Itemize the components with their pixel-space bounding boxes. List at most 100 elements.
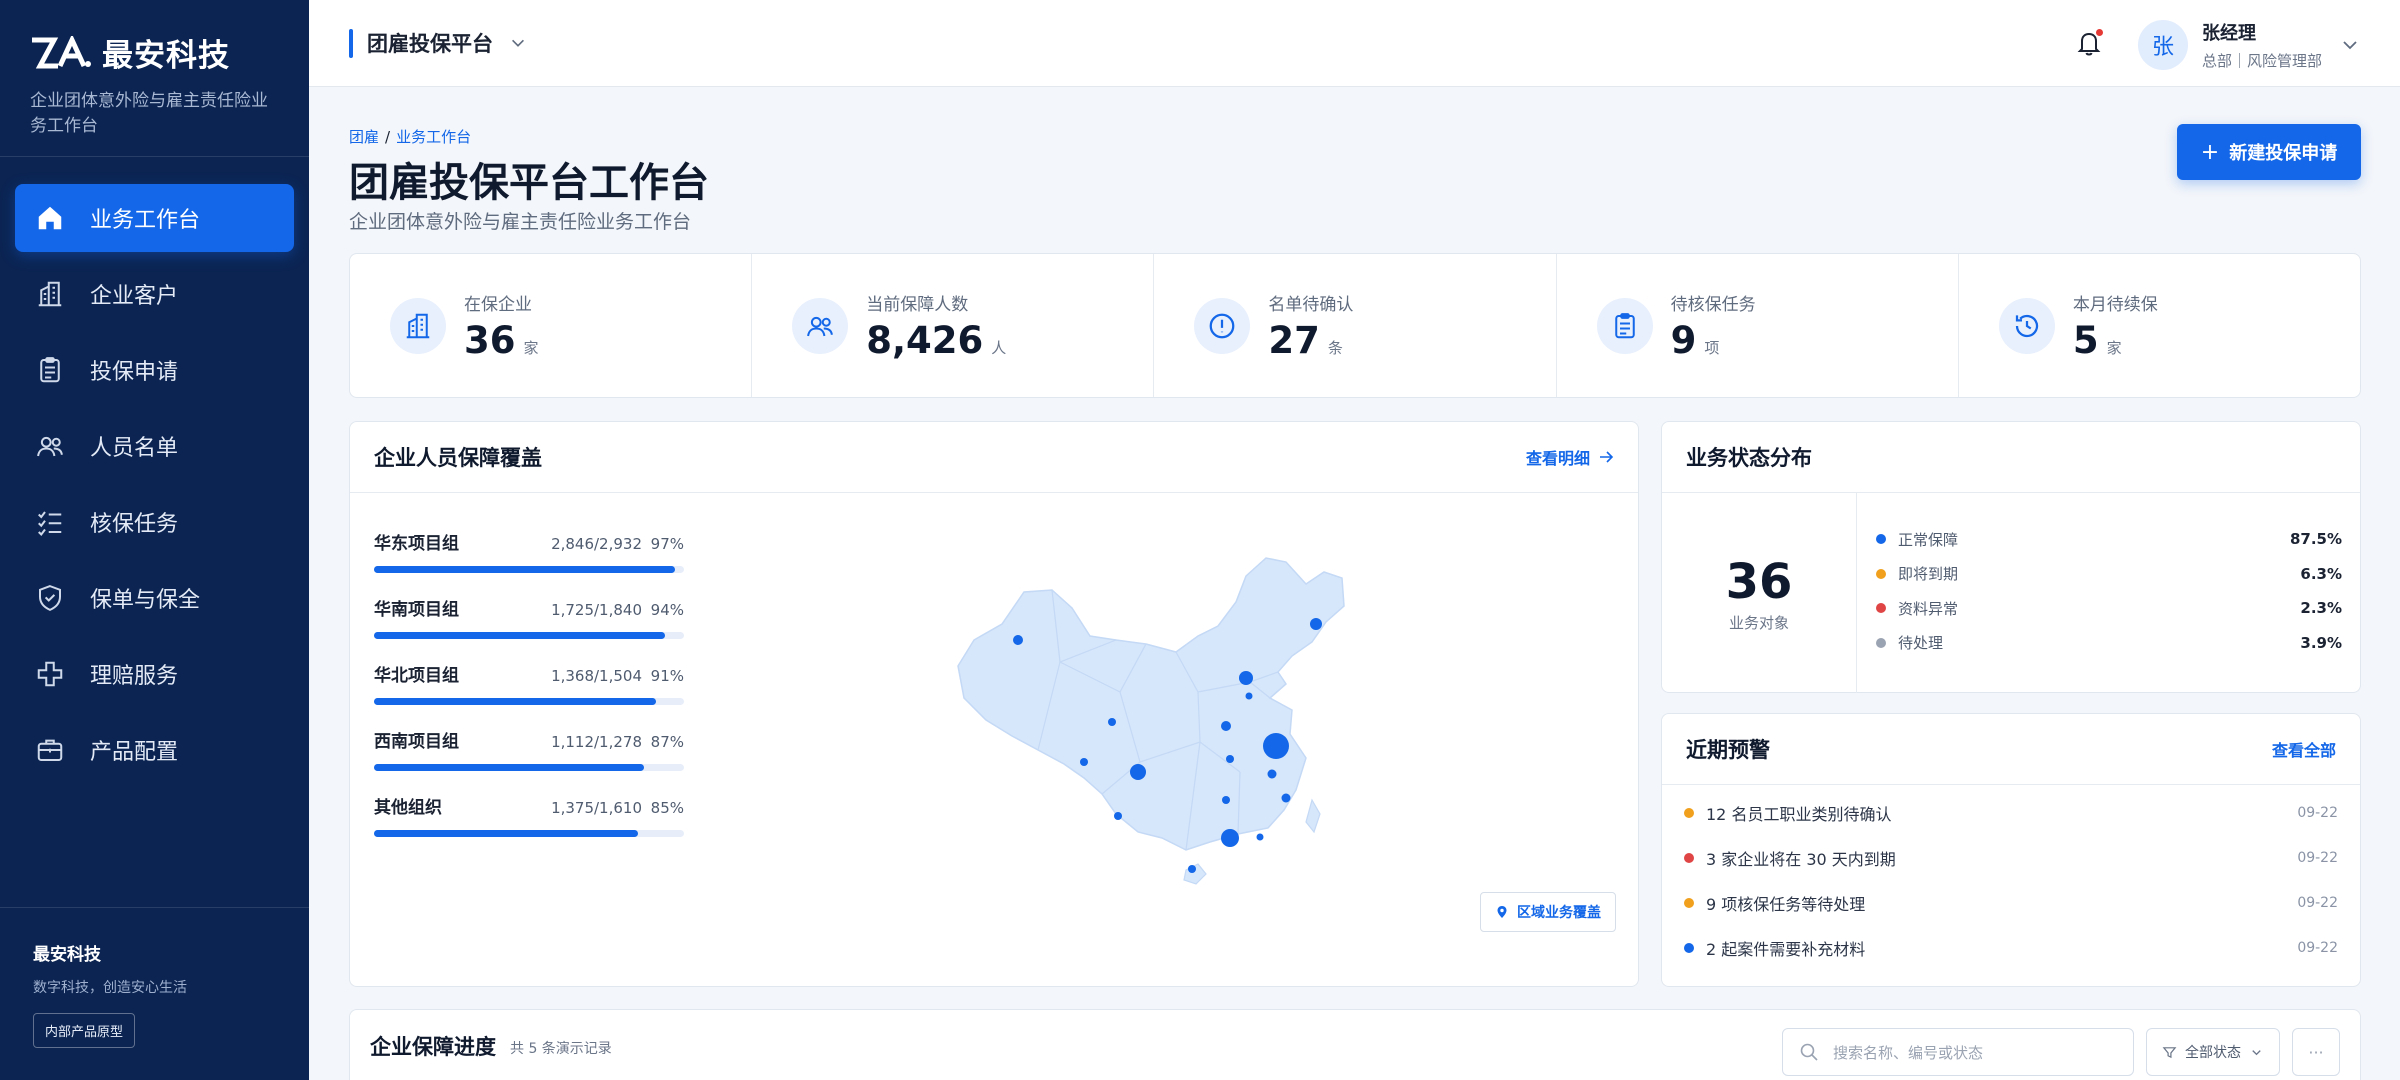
coverage-group[interactable]: 其他组织 1,375/1,610 85% bbox=[374, 793, 684, 859]
search-placeholder: 搜索名称、编号或状态 bbox=[1833, 1043, 1984, 1062]
map-point-zhejiang bbox=[1267, 769, 1277, 779]
sidebar-nav: 业务工作台 企业客户 投保申请 人员名单 核保任务 保单与保全 理赔服务 产品配… bbox=[0, 157, 309, 784]
breadcrumb-current[interactable]: 业务工作台 bbox=[396, 128, 471, 146]
sidebar-item-workbench[interactable]: 业务工作台 bbox=[15, 184, 294, 252]
coverage-progress-bar bbox=[374, 830, 684, 837]
coverage-group[interactable]: 西南项目组 1,112/1,278 87% bbox=[374, 727, 684, 793]
group-count: 1,368/1,504 bbox=[551, 667, 642, 685]
view-all-link[interactable]: 查看全部 bbox=[2272, 737, 2336, 761]
group-percent: 91% bbox=[650, 667, 684, 685]
coverage-group[interactable]: 华南项目组 1,725/1,840 94% bbox=[374, 595, 684, 661]
stat-roster-pending[interactable]: 名单待确认 27 条 bbox=[1154, 254, 1557, 397]
map-point-qinghai bbox=[1108, 718, 1116, 726]
alert-date: 09-22 bbox=[2297, 894, 2338, 911]
stat-renewals-due[interactable]: 本月待续保 5家 bbox=[1959, 254, 2360, 397]
sidebar-item-roster[interactable]: 人员名单 bbox=[15, 412, 294, 480]
map-point-chongqing bbox=[1130, 764, 1146, 780]
brand-logo-icon bbox=[32, 35, 91, 68]
alert-text: 12 名员工职业类别待确认 bbox=[1706, 804, 1892, 824]
medical-cross-icon bbox=[35, 659, 65, 689]
map-point-hunan bbox=[1222, 796, 1230, 804]
alert-item[interactable]: 3 家企业将在 30 天内到期 09-22 bbox=[1684, 835, 2338, 880]
sidebar-item-label: 核保任务 bbox=[90, 512, 179, 537]
stat-insured-companies[interactable]: 在保企业 36 家 bbox=[350, 254, 753, 397]
map-point-fujian bbox=[1281, 793, 1291, 803]
china-coverage-map[interactable] bbox=[940, 532, 1400, 912]
user-menu[interactable]: 张 张经理 总部｜风险管理部 bbox=[2137, 19, 2360, 71]
page-title: 团雇投保平台工作台 bbox=[349, 160, 709, 206]
alerts-title: 近期预警 bbox=[1686, 738, 1770, 762]
alert-dot bbox=[1684, 942, 1694, 953]
building-icon bbox=[390, 297, 446, 354]
coverage-progress-bar bbox=[374, 632, 684, 639]
status-legend-item[interactable]: 待处理 3.9% bbox=[1876, 626, 2342, 661]
avatar: 张 bbox=[2137, 20, 2188, 70]
stat-unit: 家 bbox=[523, 338, 539, 357]
users-icon bbox=[35, 431, 65, 461]
coverage-group[interactable]: 华东项目组 2,846/2,932 97% bbox=[374, 529, 684, 595]
alert-item[interactable]: 9 项核保任务等待处理 09-22 bbox=[1684, 880, 2338, 925]
sidebar-item-underwriting[interactable]: 核保任务 bbox=[15, 488, 294, 556]
brand-subtitle: 企业团体意外险与雇主责任险业务工作台 bbox=[30, 91, 268, 136]
briefcase-icon bbox=[35, 735, 65, 765]
status-caption: 业务对象 bbox=[1728, 613, 1789, 632]
status-filter-value: 全部状态 bbox=[2185, 1045, 2241, 1061]
sidebar-item-policies[interactable]: 保单与保全 bbox=[15, 564, 294, 632]
new-application-label: 新建投保申请 bbox=[2229, 143, 2338, 164]
filter-icon bbox=[2162, 1046, 2177, 1058]
stat-value: 27 bbox=[1268, 318, 1320, 362]
breadcrumb-separator: / bbox=[385, 128, 391, 146]
shield-check-icon bbox=[35, 583, 65, 613]
coverage-title: 企业人员保障覆盖 bbox=[374, 446, 542, 470]
sidebar-item-applications[interactable]: 投保申请 bbox=[15, 336, 294, 404]
coverage-group[interactable]: 华北项目组 1,368/1,504 91% bbox=[374, 661, 684, 727]
stats-bar: 在保企业 36 家 当前保障人数 8,426 人 名单待确认 27 条 待核保任务 9… bbox=[349, 253, 2361, 398]
coverage-progress-fill bbox=[374, 830, 638, 837]
chevron-down-icon bbox=[2252, 1049, 2261, 1055]
platform-switcher[interactable]: 团雇投保平台 bbox=[349, 28, 527, 58]
new-application-button[interactable]: + 新建投保申请 bbox=[2177, 124, 2361, 180]
sidebar-footer: 最安科技 数字科技，创造安心生活 内部产品原型 bbox=[0, 907, 309, 1080]
sidebar-item-customers[interactable]: 企业客户 bbox=[15, 260, 294, 328]
status-legend-item[interactable]: 资料异常 2.3% bbox=[1876, 591, 2342, 626]
map-point-tianjin bbox=[1245, 692, 1253, 700]
chevron-down-icon bbox=[512, 39, 524, 47]
stat-value: 5 bbox=[2072, 318, 2099, 362]
status-filter-select[interactable]: 全部状态 bbox=[2146, 1028, 2280, 1076]
breadcrumb: 团雇 / 业务工作台 bbox=[349, 126, 471, 147]
sidebar-item-label: 企业客户 bbox=[90, 284, 179, 309]
view-details-link[interactable]: 查看明细 bbox=[1526, 445, 1614, 469]
breadcrumb-root[interactable]: 团雇 bbox=[349, 128, 379, 146]
more-options-button[interactable]: ··· bbox=[2292, 1028, 2340, 1076]
chevron-down-icon bbox=[2343, 41, 2357, 50]
alert-circle-icon bbox=[1194, 297, 1251, 354]
alert-item[interactable]: 2 起案件需要补充材料 09-22 bbox=[1684, 925, 2338, 970]
group-name: 西南项目组 bbox=[374, 732, 459, 752]
status-legend-item[interactable]: 正常保障 87.5% bbox=[1876, 522, 2342, 557]
topbar: 团雇投保平台 张 张经理 总部｜风险管理部 bbox=[309, 0, 2400, 87]
platform-accent-bar bbox=[349, 28, 353, 58]
stat-value: 9 bbox=[1670, 318, 1697, 362]
footer-subtitle: 数字科技，创造安心生活 bbox=[33, 980, 187, 996]
status-distribution-card: 业务状态分布 36 业务对象 正常保障 87.5% 即将到期 6.3% 资料异常 2.… bbox=[1661, 421, 2361, 693]
status-total: 36 bbox=[1725, 553, 1793, 610]
footer-title: 最安科技 bbox=[33, 945, 101, 965]
recent-alerts-card: 近期预警 查看全部 12 名员工职业类别待确认 09-22 3 家企业将在 30 … bbox=[1661, 713, 2361, 987]
stat-covered-people[interactable]: 当前保障人数 8,426 人 bbox=[752, 254, 1155, 397]
brand-block: 最安科技 企业团体意外险与雇主责任险业务工作台 bbox=[0, 0, 309, 157]
notification-button[interactable] bbox=[2071, 25, 2107, 61]
sidebar-item-claims[interactable]: 理赔服务 bbox=[15, 640, 294, 708]
alert-list: 12 名员工职业类别待确认 09-22 3 家企业将在 30 天内到期 09-22 … bbox=[1662, 785, 2360, 970]
stat-underwriting-tasks[interactable]: 待核保任务 9项 bbox=[1557, 254, 1959, 397]
sidebar-item-products[interactable]: 产品配置 bbox=[15, 716, 294, 784]
coverage-progress-fill bbox=[374, 632, 666, 639]
region-coverage-button[interactable]: 区域业务覆盖 bbox=[1480, 892, 1616, 932]
alert-item[interactable]: 12 名员工职业类别待确认 09-22 bbox=[1684, 790, 2338, 835]
building-icon bbox=[35, 279, 65, 309]
search-input[interactable]: 搜索名称、编号或状态 bbox=[1782, 1028, 2134, 1076]
coverage-progress-bar bbox=[374, 764, 684, 771]
map-point-beijing bbox=[1239, 671, 1253, 685]
region-coverage-label: 区域业务覆盖 bbox=[1517, 905, 1601, 921]
group-name: 华南项目组 bbox=[374, 600, 459, 620]
status-legend-item[interactable]: 即将到期 6.3% bbox=[1876, 557, 2342, 592]
